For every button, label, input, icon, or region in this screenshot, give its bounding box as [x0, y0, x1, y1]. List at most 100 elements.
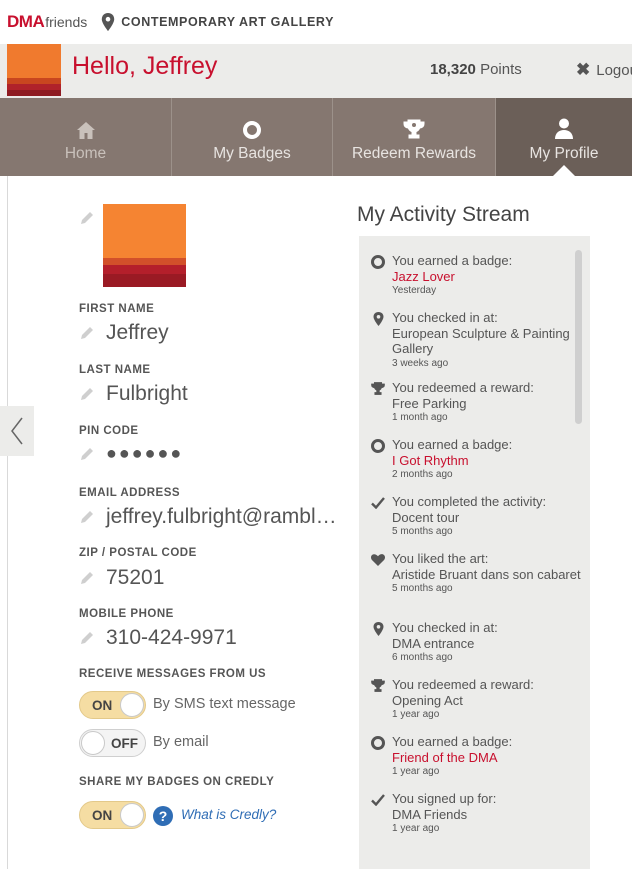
logo-dma[interactable]: DMA: [7, 12, 45, 32]
activity-time: 3 weeks ago: [392, 357, 449, 369]
activity-action: You redeemed a reward:: [392, 677, 534, 692]
location-name[interactable]: CONTEMPORARY ART GALLERY: [121, 15, 334, 29]
sms-toggle-label: By SMS text message: [153, 696, 296, 712]
user-icon: [554, 111, 574, 139]
edit-avatar-icon[interactable]: [79, 210, 95, 226]
check-icon: [371, 793, 385, 807]
trophy-icon: [403, 111, 425, 139]
logo-friends[interactable]: friends: [45, 14, 87, 30]
activity-subject: Docent tour: [392, 509, 460, 525]
nav-badges-label: My Badges: [213, 145, 291, 162]
nav-redeem-rewards[interactable]: Redeem Rewards: [333, 98, 496, 176]
activity-action: You checked in at:: [392, 620, 498, 635]
location-pin-icon: [102, 13, 115, 31]
badge-link[interactable]: Jazz Lover: [392, 269, 592, 285]
badge-link[interactable]: I Got Rhythm: [392, 453, 592, 469]
edit-icon: [81, 327, 93, 339]
zip-label: ZIP / POSTAL CODE: [79, 547, 197, 559]
points-value: 18,320: [430, 61, 476, 78]
back-button[interactable]: [0, 406, 34, 456]
activity-text: You earned a badge: Jazz Lover Yesterday: [392, 253, 592, 297]
heart-icon: [371, 553, 385, 567]
home-icon: [76, 111, 95, 139]
trophy-icon: [371, 382, 385, 396]
activity-time: Yesterday: [392, 285, 437, 296]
toggle-knob: [81, 731, 105, 755]
email-toggle-label: By email: [153, 734, 209, 750]
first-name-field[interactable]: Jeffrey: [79, 321, 169, 345]
activity-text: You earned a badge: Friend of the DMA 1 ye…: [392, 734, 592, 778]
edit-icon: [81, 572, 93, 584]
sms-toggle[interactable]: ON: [79, 691, 146, 719]
last-name-value: Fulbright: [106, 382, 188, 405]
activity-action: You earned a badge:: [392, 734, 513, 749]
activity-subject: European Sculpture & Painting Gallery: [392, 325, 570, 357]
email-toggle-state: OFF: [111, 735, 138, 751]
activity-text: You earned a badge: I Got Rhythm 2 months …: [392, 437, 592, 481]
pin-code-field[interactable]: ●●●●●●: [79, 443, 183, 464]
credly-toggle[interactable]: ON: [79, 801, 146, 829]
profile-picture[interactable]: [103, 204, 186, 287]
location-icon: [371, 622, 385, 636]
sms-toggle-state: ON: [92, 697, 113, 713]
help-icon[interactable]: ?: [153, 806, 173, 826]
credly-toggle-state: ON: [92, 807, 113, 823]
mobile-phone-field[interactable]: 310-424-9971: [79, 626, 237, 650]
greeting-bar: Hello, Jeffrey 18,320 Points ✖ Logout: [0, 44, 632, 98]
nav-home-label: Home: [64, 145, 107, 162]
main-nav: Home My Badges Redeem Rewards My Profile: [0, 98, 632, 177]
logout-button[interactable]: ✖ Logout: [576, 60, 632, 80]
avatar[interactable]: [7, 44, 61, 96]
activity-action: You earned a badge:: [392, 437, 513, 452]
badge-icon: [371, 439, 385, 453]
share-badges-label: SHARE MY BADGES ON CREDLY: [79, 776, 275, 788]
activity-stream-title: My Activity Stream: [357, 203, 530, 226]
activity-time: 1 year ago: [392, 823, 440, 834]
email-label: EMAIL ADDRESS: [79, 487, 181, 499]
activity-text: You signed up for: DMA Friends 1 year ago: [392, 791, 592, 835]
close-icon: ✖: [576, 60, 591, 79]
chevron-left-icon: [11, 417, 23, 445]
activity-text: You redeemed a reward: Opening Act 1 year …: [392, 677, 592, 721]
what-is-credly-link[interactable]: What is Credly?: [181, 807, 276, 822]
activity-time: 1 month ago: [392, 412, 448, 423]
activity-subject: Aristide Bruant dans son cabaret: [392, 566, 581, 582]
edit-icon: [81, 511, 93, 523]
badge-link[interactable]: Friend of the DMA: [392, 750, 592, 766]
nav-home[interactable]: Home: [0, 98, 172, 176]
edit-icon: [81, 447, 93, 460]
nav-my-badges[interactable]: My Badges: [172, 98, 333, 176]
location-icon: [371, 312, 385, 326]
activity-subject: Free Parking: [392, 395, 467, 411]
activity-time: 2 months ago: [392, 469, 453, 480]
points-label: Points: [480, 61, 522, 78]
activity-action: You earned a badge:: [392, 253, 513, 268]
email-field[interactable]: jeffrey.fulbright@rambl…: [79, 505, 337, 529]
nav-redeem-label: Redeem Rewards: [351, 145, 477, 162]
zip-field[interactable]: 75201: [79, 566, 164, 590]
greeting-text: Hello, Jeffrey: [72, 52, 218, 80]
activity-action: You signed up for:: [392, 791, 497, 806]
logout-label: Logout: [596, 61, 632, 79]
activity-subject: DMA Friends: [392, 806, 468, 822]
activity-time: 5 months ago: [392, 526, 453, 537]
toggle-knob: [120, 693, 144, 717]
badge-ring-icon: [243, 111, 261, 139]
last-name-field[interactable]: Fulbright: [79, 382, 188, 406]
first-name-label: FIRST NAME: [79, 303, 155, 315]
toggle-knob: [120, 803, 144, 827]
points-display: 18,320 Points: [430, 61, 522, 78]
mobile-phone-value: 310-424-9971: [106, 626, 237, 649]
email-toggle[interactable]: OFF: [79, 729, 146, 757]
activity-time: 1 year ago: [392, 766, 440, 777]
brand-bar: DMA friends CONTEMPORARY ART GALLERY: [0, 0, 632, 44]
activity-time: 5 months ago: [392, 583, 453, 594]
zip-value: 75201: [106, 566, 165, 589]
nav-my-profile[interactable]: My Profile: [496, 98, 632, 177]
activity-subject: DMA entrance: [392, 635, 475, 651]
left-divider: [7, 176, 8, 869]
activity-time: 1 year ago: [392, 709, 440, 720]
activity-action: You checked in at:: [392, 310, 498, 325]
activity-action: You redeemed a reward:: [392, 380, 534, 395]
badge-icon: [371, 736, 385, 750]
